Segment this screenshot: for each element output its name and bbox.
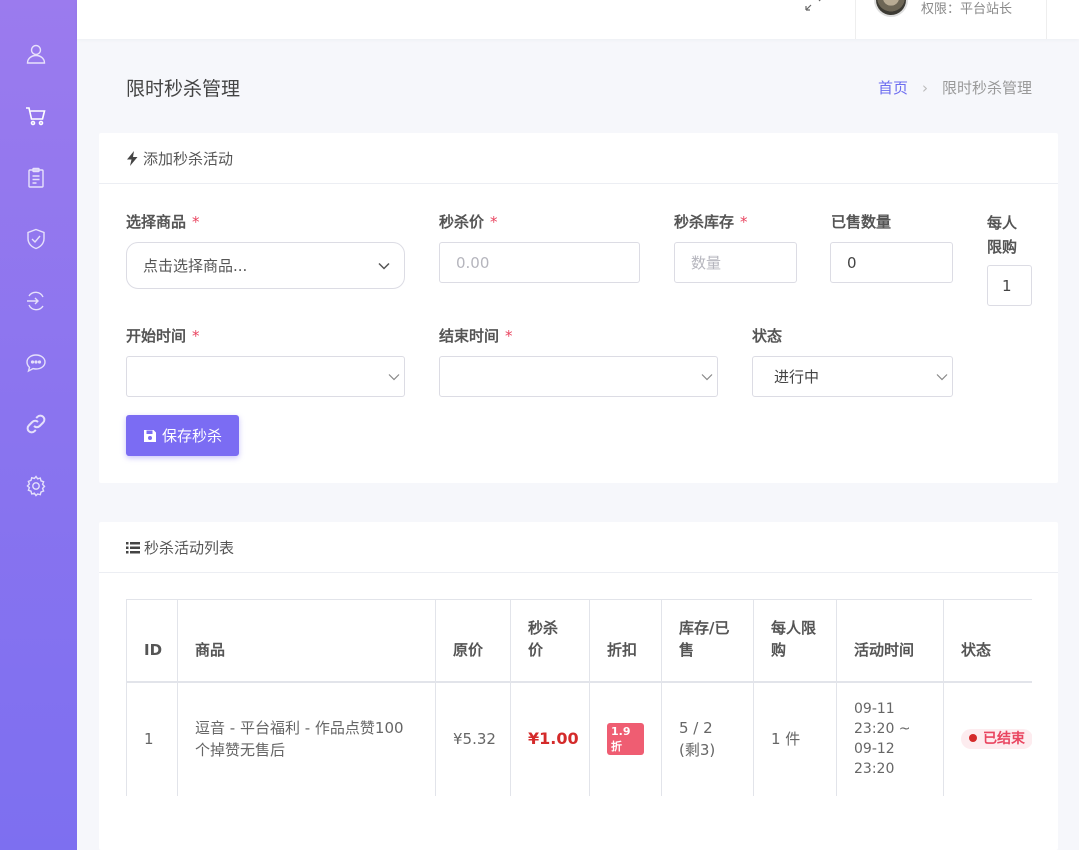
- add-flash-sale-header: 添加秒杀活动: [99, 133, 1058, 184]
- user-icon[interactable]: [24, 42, 48, 66]
- column-header: 状态: [943, 599, 1032, 683]
- flash-sale-list-title: 秒杀活动列表: [144, 538, 235, 557]
- discount-badge: 1.9折: [607, 722, 644, 755]
- sale-price: ¥1.00: [528, 729, 579, 749]
- save-icon: [143, 429, 156, 442]
- clipboard-icon[interactable]: [24, 166, 48, 190]
- cell-discount: 1.9折: [589, 681, 662, 796]
- column-header: 原价: [435, 599, 511, 683]
- list-icon: [126, 541, 140, 553]
- cart-icon[interactable]: [24, 104, 48, 128]
- cell-time: 09-11 23:20 ~ 09-12 23:20: [836, 681, 944, 796]
- column-header: ID: [126, 599, 178, 683]
- cell-id: 1: [126, 681, 178, 796]
- column-header: 商品: [177, 599, 436, 683]
- column-header: 库存/已售: [661, 599, 754, 683]
- flash-sale-table: ID 商品 原价 秒杀价 折扣 库存/已售 每人限购 活动时间 状态 1 逗音 …: [126, 599, 1032, 796]
- stock-label: 秒杀库存 *: [674, 213, 748, 231]
- top-header: 权限：平台站长: [77, 0, 1079, 39]
- flash-sale-list-header: 秒杀活动列表: [99, 522, 1058, 573]
- end-time-select[interactable]: [439, 356, 718, 397]
- status-badge: 已结束: [961, 729, 1032, 750]
- table-header-row: ID 商品 原价 秒杀价 折扣 库存/已售 每人限购 活动时间 状态: [126, 599, 1032, 683]
- start-time-select[interactable]: [126, 356, 405, 397]
- breadcrumb-current: 限时秒杀管理: [941, 79, 1032, 97]
- cell-sale-price: ¥1.00: [510, 681, 590, 796]
- end-time-label: 结束时间 *: [439, 327, 513, 345]
- add-flash-sale-title: 添加秒杀活动: [143, 149, 234, 168]
- price-input[interactable]: 0.00: [439, 242, 640, 283]
- page-title: 限时秒杀管理: [126, 78, 241, 100]
- breadcrumb-home[interactable]: 首页: [878, 79, 908, 97]
- sold-label: 已售数量: [831, 213, 892, 231]
- shield-check-icon[interactable]: [24, 227, 48, 251]
- status-label: 状态: [752, 327, 783, 345]
- gear-icon[interactable]: [24, 474, 48, 498]
- table-row[interactable]: 1 逗音 - 平台福利 - 作品点赞100个掉赞无售后 ¥5.32 ¥1.00 …: [126, 681, 1032, 796]
- product-label: 选择商品 *: [126, 213, 200, 231]
- cell-stock-sold: 5 / 2 (剩3): [661, 681, 754, 796]
- link-icon[interactable]: [24, 412, 48, 436]
- cell-status: 已结束: [943, 681, 1032, 796]
- cell-product: 逗音 - 平台福利 - 作品点赞100个掉赞无售后: [177, 681, 436, 796]
- breadcrumb: 首页 › 限时秒杀管理: [878, 77, 1032, 98]
- column-header: 每人限购: [753, 599, 837, 683]
- chevron-down-icon: [701, 373, 713, 380]
- avatar: [874, 0, 908, 17]
- bolt-icon: [127, 150, 138, 166]
- chevron-down-icon: [378, 262, 390, 270]
- limit-input[interactable]: 1: [987, 265, 1032, 306]
- breadcrumb-separator: ›: [921, 79, 928, 97]
- user-role: 权限：平台站长: [921, 2, 1013, 17]
- column-header: 折扣: [589, 599, 662, 683]
- sidebar: [0, 0, 77, 850]
- cell-orig-price: ¥5.32: [435, 681, 511, 796]
- start-time-label: 开始时间 *: [126, 327, 200, 345]
- column-header: 秒杀价: [510, 599, 590, 683]
- sold-input[interactable]: 0: [830, 242, 953, 283]
- chevron-down-icon: [388, 373, 400, 380]
- column-header: 活动时间: [836, 599, 944, 683]
- chevron-down-icon: [936, 373, 948, 380]
- status-dot: [969, 734, 977, 743]
- add-flash-sale-card: 添加秒杀活动: [99, 133, 1058, 483]
- fullscreen-icon[interactable]: [804, 0, 826, 12]
- price-label: 秒杀价 *: [439, 213, 498, 231]
- exchange-icon[interactable]: [24, 289, 48, 313]
- chat-icon[interactable]: [24, 351, 48, 375]
- limit-label: 每人 限购: [987, 214, 1018, 256]
- user-menu[interactable]: 权限：平台站长: [855, 0, 1047, 39]
- stock-input[interactable]: 数量: [674, 242, 797, 283]
- status-select[interactable]: 进行中: [752, 356, 953, 397]
- save-button[interactable]: 保存秒杀: [126, 415, 239, 456]
- cell-limit: 1 件: [753, 681, 837, 796]
- product-select[interactable]: 点击选择商品...: [126, 242, 405, 289]
